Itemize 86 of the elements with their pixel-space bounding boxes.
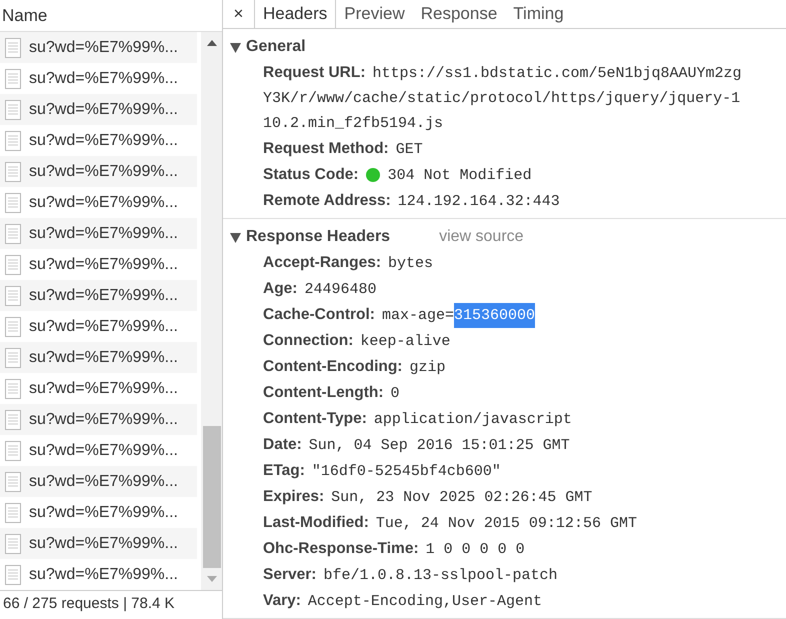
- section-title[interactable]: Response Headers: [246, 228, 390, 246]
- header-value: Accept-Encoding,User-Agent: [308, 592, 542, 612]
- document-icon: [5, 440, 21, 460]
- scroll-up-icon: [206, 40, 216, 46]
- header-name: Expires:: [263, 487, 324, 507]
- scrollbar[interactable]: [201, 32, 222, 590]
- scroll-down-icon: [206, 576, 216, 582]
- request-row[interactable]: su?wd=%E7%99%...: [0, 404, 197, 435]
- document-icon: [5, 100, 21, 120]
- request-row[interactable]: su?wd=%E7%99%...: [0, 373, 197, 404]
- request-row[interactable]: su?wd=%E7%99%...: [0, 559, 197, 590]
- document-icon: [5, 502, 21, 522]
- header-value: GET: [396, 140, 423, 160]
- request-row[interactable]: su?wd=%E7%99%...: [0, 528, 197, 559]
- header-name: Content-Length:: [263, 383, 384, 403]
- header-name: Server:: [263, 565, 316, 585]
- request-row[interactable]: su?wd=%E7%99%...: [0, 125, 197, 156]
- section-title[interactable]: General: [246, 38, 306, 56]
- document-icon: [5, 162, 21, 182]
- header-name: Vary:: [263, 591, 301, 611]
- header-name: Age:: [263, 279, 298, 299]
- request-row[interactable]: su?wd=%E7%99%...: [0, 218, 197, 249]
- header-name: Status Code:: [263, 165, 359, 185]
- selected-text: 315360000: [454, 303, 535, 328]
- header-name: Last-Modified:: [263, 513, 369, 533]
- header-name: Accept-Ranges:: [263, 253, 381, 273]
- header-name: Date:: [263, 435, 302, 455]
- header-value: keep-alive: [360, 332, 450, 352]
- header-value: 10.2.min_f2fb5194.js: [263, 114, 444, 134]
- view-source-link[interactable]: view source: [439, 228, 524, 246]
- document-icon: [5, 348, 21, 368]
- request-row[interactable]: su?wd=%E7%99%...: [0, 63, 197, 94]
- header-value: application/javascript: [374, 410, 572, 430]
- tab[interactable]: Preview: [336, 0, 413, 28]
- header-value: 1 0 0 0 0 0: [426, 540, 525, 560]
- tab[interactable]: Response: [412, 0, 506, 28]
- document-icon: [5, 68, 21, 88]
- document-icon: [5, 564, 21, 584]
- header-value: 24496480: [304, 280, 376, 300]
- status-bar: 66 / 275 requests | 78.4 K: [0, 590, 222, 619]
- document-icon: [5, 254, 21, 274]
- header-value: bfe/1.0.8.13-sslpool-patch: [323, 566, 558, 586]
- header-value: 0: [390, 384, 400, 404]
- document-icon: [5, 378, 21, 398]
- header-name: Request Method:: [263, 139, 389, 159]
- header-value: 304 Not Modified: [388, 166, 532, 186]
- header-value: Tue, 24 Nov 2015 09:12:56 GMT: [376, 514, 637, 534]
- document-icon: [5, 534, 21, 554]
- tab[interactable]: Timing: [505, 0, 572, 28]
- request-row[interactable]: su?wd=%E7%99%...: [0, 280, 197, 311]
- header-name: Content-Encoding:: [263, 357, 402, 377]
- header-name: Remote Address:: [263, 191, 391, 211]
- request-row[interactable]: su?wd=%E7%99%...: [0, 249, 197, 280]
- header-value: Y3K/r/www/cache/static/protocol/https/jquery/jquery-1: [263, 89, 740, 109]
- document-icon: [5, 472, 21, 492]
- document-icon: [5, 192, 21, 212]
- request-row[interactable]: su?wd=%E7%99%...: [0, 311, 197, 342]
- document-icon: [5, 286, 21, 306]
- document-icon: [5, 410, 21, 430]
- header-value: max-age=: [382, 306, 454, 326]
- header-name: Content-Type:: [263, 409, 367, 429]
- header-name: ETag:: [263, 461, 305, 481]
- request-row[interactable]: su?wd=%E7%99%...: [0, 156, 197, 187]
- header-name: Request URL:: [263, 63, 366, 83]
- header-value: Sun, 23 Nov 2025 02:26:45 GMT: [331, 488, 592, 508]
- request-row[interactable]: su?wd=%E7%99%...: [0, 32, 197, 63]
- header-name: Ohc-Response-Time:: [263, 539, 419, 559]
- header-value: Sun, 04 Sep 2016 15:01:25 GMT: [308, 436, 570, 456]
- scrollbar-thumb[interactable]: [202, 426, 220, 568]
- document-icon: [5, 130, 21, 150]
- request-row[interactable]: su?wd=%E7%99%...: [0, 497, 197, 528]
- header-value: gzip: [409, 358, 446, 378]
- document-icon: [5, 224, 21, 244]
- request-row[interactable]: su?wd=%E7%99%...: [0, 435, 197, 466]
- header-value: https://ss1.bdstatic.com/5eN1bjq8AAUYm2zg: [372, 64, 742, 84]
- request-row[interactable]: su?wd=%E7%99%...: [0, 187, 197, 218]
- header-value: "16df0-52545bf4cb600": [312, 462, 501, 482]
- header-value: bytes: [388, 254, 434, 274]
- request-row[interactable]: su?wd=%E7%99%...: [0, 94, 197, 125]
- request-row[interactable]: su?wd=%E7%99%...: [0, 342, 197, 373]
- header-value: 124.192.164.32:443: [398, 192, 560, 212]
- header-name: Cache-Control:: [263, 305, 375, 325]
- request-row[interactable]: su?wd=%E7%99%...: [0, 466, 197, 497]
- document-icon: [5, 316, 21, 336]
- document-icon: [5, 38, 21, 58]
- header-name: Connection:: [263, 331, 354, 351]
